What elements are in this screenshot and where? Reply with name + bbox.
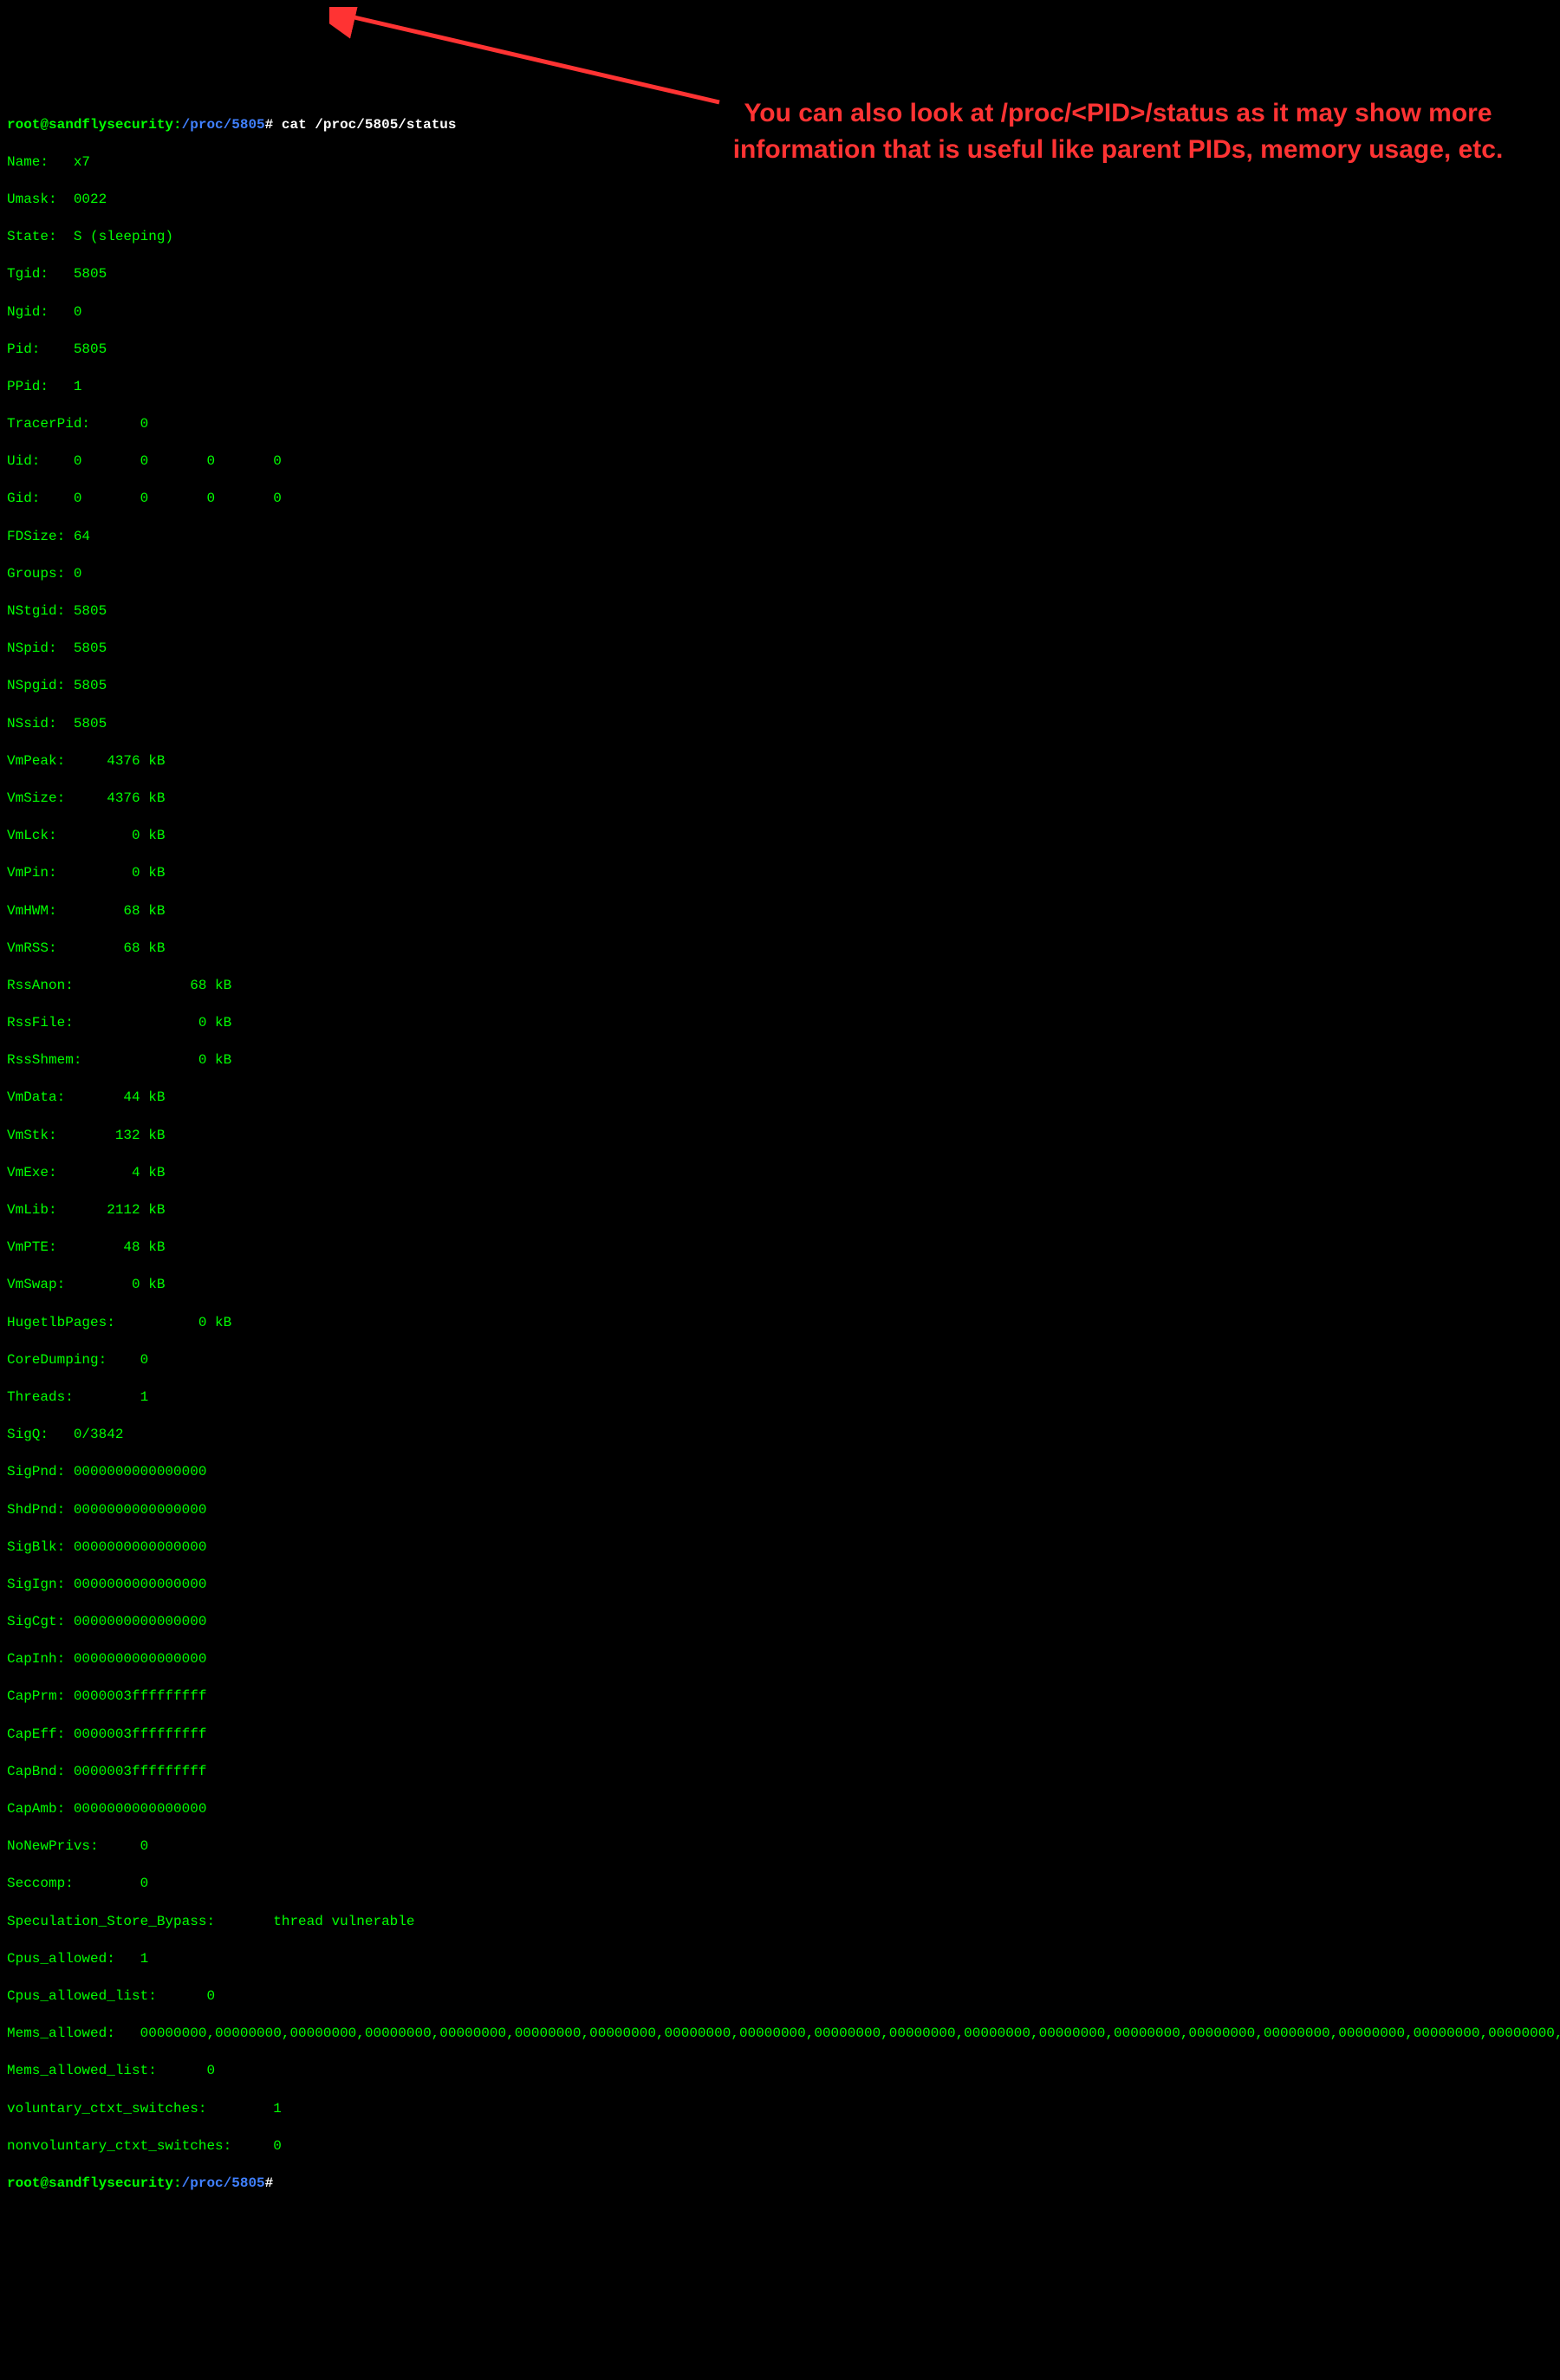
output-line: NSpid: 5805: [7, 640, 1553, 659]
output-line: Groups: 0: [7, 565, 1553, 584]
output-line: State: S (sleeping): [7, 228, 1553, 247]
output-line: CapPrm: 0000003fffffffff: [7, 1687, 1553, 1707]
output-line: RssFile: 0 kB: [7, 1014, 1553, 1033]
output-line: VmData: 44 kB: [7, 1089, 1553, 1108]
output-line: nonvoluntary_ctxt_switches: 0: [7, 2137, 1553, 2156]
prompt-line-2[interactable]: root@sandflysecurity:/proc/5805#: [7, 2175, 1553, 2194]
output-line: NStgid: 5805: [7, 602, 1553, 621]
output-line: CapEff: 0000003fffffffff: [7, 1726, 1553, 1745]
output-line: Tgid: 5805: [7, 265, 1553, 284]
prompt-user-host: root@sandflysecurity: [7, 2175, 173, 2191]
output-line: Mems_allowed: 00000000,00000000,00000000…: [7, 2025, 1553, 2044]
output-line: VmHWM: 68 kB: [7, 902, 1553, 921]
output-line: NSpgid: 5805: [7, 677, 1553, 696]
output-line: CoreDumping: 0: [7, 1351, 1553, 1370]
output-line: VmLck: 0 kB: [7, 827, 1553, 846]
output-line: Pid: 5805: [7, 341, 1553, 360]
output-line: NoNewPrivs: 0: [7, 1837, 1553, 1857]
output-line: HugetlbPages: 0 kB: [7, 1314, 1553, 1333]
output-line: NSsid: 5805: [7, 715, 1553, 734]
output-line: Speculation_Store_Bypass: thread vulnera…: [7, 1913, 1553, 1932]
output-line: PPid: 1: [7, 378, 1553, 397]
command-output: Name: x7 Umask: 0022 State: S (sleeping)…: [7, 153, 1553, 2175]
output-line: CapInh: 0000000000000000: [7, 1650, 1553, 1669]
output-line: Cpus_allowed: 1: [7, 1950, 1553, 1969]
output-line: ShdPnd: 0000000000000000: [7, 1501, 1553, 1520]
output-line: VmRSS: 68 kB: [7, 940, 1553, 959]
output-line: SigQ: 0/3842: [7, 1426, 1553, 1445]
prompt-colon: :: [173, 2175, 182, 2191]
prompt-symbol: #: [265, 117, 274, 133]
prompt-colon: :: [173, 117, 182, 133]
command-text: cat /proc/5805/status: [273, 117, 456, 133]
output-line: CapBnd: 0000003fffffffff: [7, 1763, 1553, 1782]
output-line: Gid: 0 0 0 0: [7, 490, 1553, 509]
terminal-container[interactable]: root@sandflysecurity:/proc/5805# cat /pr…: [7, 78, 1553, 2212]
output-line: CapAmb: 0000000000000000: [7, 1800, 1553, 1819]
output-line: voluntary_ctxt_switches: 1: [7, 2100, 1553, 2119]
output-line: SigIgn: 0000000000000000: [7, 1576, 1553, 1595]
output-line: RssShmem: 0 kB: [7, 1051, 1553, 1070]
prompt-symbol: #: [265, 2175, 274, 2191]
prompt-user-host: root@sandflysecurity: [7, 117, 173, 133]
output-line: VmPeak: 4376 kB: [7, 752, 1553, 771]
output-line: VmLib: 2112 kB: [7, 1201, 1553, 1220]
output-line: SigPnd: 0000000000000000: [7, 1463, 1553, 1482]
output-line: Cpus_allowed_list: 0: [7, 1987, 1553, 2006]
output-line: VmPTE: 48 kB: [7, 1239, 1553, 1258]
output-line: SigCgt: 0000000000000000: [7, 1613, 1553, 1632]
output-line: VmExe: 4 kB: [7, 1164, 1553, 1183]
output-line: Threads: 1: [7, 1388, 1553, 1408]
output-line: VmSize: 4376 kB: [7, 790, 1553, 809]
output-line: Seccomp: 0: [7, 1875, 1553, 1894]
prompt-path: /proc/5805: [182, 117, 265, 133]
output-line: RssAnon: 68 kB: [7, 977, 1553, 996]
output-line: VmPin: 0 kB: [7, 864, 1553, 883]
annotation-text: You can also look at /proc/<PID>/status …: [719, 95, 1517, 168]
output-line: SigBlk: 0000000000000000: [7, 1538, 1553, 1557]
output-line: VmSwap: 0 kB: [7, 1276, 1553, 1295]
output-line: Ngid: 0: [7, 303, 1553, 322]
output-line: FDSize: 64: [7, 528, 1553, 547]
output-line: TracerPid: 0: [7, 415, 1553, 434]
output-line: Mems_allowed_list: 0: [7, 2062, 1553, 2081]
output-line: VmStk: 132 kB: [7, 1127, 1553, 1146]
output-line: Umask: 0022: [7, 191, 1553, 210]
output-line: Uid: 0 0 0 0: [7, 452, 1553, 471]
prompt-path: /proc/5805: [182, 2175, 265, 2191]
